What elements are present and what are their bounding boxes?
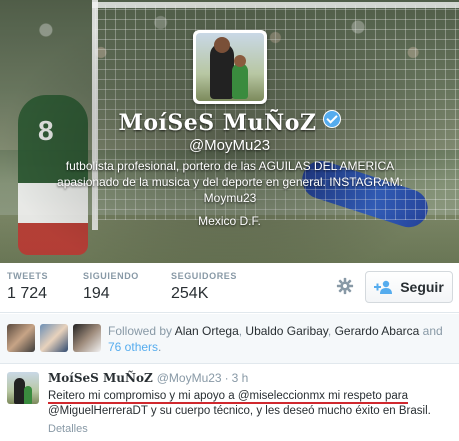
- stat-tweets[interactable]: TWEETS 1 724: [7, 271, 48, 303]
- avatar-person-adult-head: [214, 37, 230, 53]
- stat-following-label: SIGUIENDO: [83, 271, 139, 281]
- profile-display-name-text: MoíSeS MuÑoZ: [118, 110, 317, 136]
- stat-following[interactable]: SIGUIENDO 194: [83, 271, 139, 303]
- follower-link[interactable]: Alan Ortega: [175, 324, 239, 338]
- follower-link[interactable]: Gerardo Abarca: [335, 324, 420, 338]
- tweet-item[interactable]: MoíSeS MuÑoZ @MoyMu23 · 3 h Reitero mi comp…: [0, 364, 459, 441]
- avatar-person-child-head: [234, 55, 246, 67]
- tweet-timestamp[interactable]: 3 h: [232, 371, 249, 385]
- tweet-text-segment: mi respeto para: [324, 390, 409, 404]
- tweet-separator-dot: ·: [224, 371, 229, 385]
- stat-following-value: 194: [83, 285, 110, 302]
- stat-followers-value: 254K: [171, 285, 209, 302]
- profile-avatar[interactable]: [193, 30, 267, 104]
- tweet-text-segment: Reitero mi compromiso y mi apoyo a: [48, 390, 238, 404]
- tweet-header: MoíSeS MuÑoZ @MoyMu23 · 3 h: [48, 371, 248, 385]
- add-user-icon: [374, 280, 393, 294]
- tweet-text: Reitero mi compromiso y mi apoyo a @mise…: [48, 389, 453, 419]
- followed-by-others-link[interactable]: 76 others: [108, 340, 158, 354]
- stat-tweets-label: TWEETS: [7, 271, 49, 281]
- profile-bio-line: futbolista profesional, portero de las A…: [65, 159, 395, 173]
- followed-by-prefix: Followed by: [108, 324, 175, 338]
- tweet-details-link[interactable]: Detalles: [48, 423, 88, 435]
- tweet-avatar-person-child: [24, 386, 32, 404]
- follow-button-label: Seguir: [400, 279, 444, 295]
- followed-by-text: Followed by Alan Ortega, Ubaldo Garibay,…: [108, 323, 448, 355]
- stat-followers-label: SEGUIDORES: [171, 271, 238, 281]
- follower-avatar[interactable]: [73, 324, 101, 352]
- stat-followers[interactable]: SEGUIDORES 254K: [171, 271, 237, 303]
- gear-icon[interactable]: [336, 277, 354, 295]
- profile-avatar-photo: [196, 33, 264, 101]
- tweet-mention-link[interactable]: @MiguelHerreraDT: [48, 405, 148, 417]
- follower-avatar[interactable]: [40, 324, 68, 352]
- tweet-mention-link[interactable]: @miseleccionmx: [237, 390, 325, 404]
- profile-bio-line: apasionado de la musica y del deporte en…: [57, 175, 403, 189]
- stat-tweets-value: 1 724: [7, 285, 48, 302]
- tweet-author-name[interactable]: MoíSeS MuÑoZ: [48, 371, 153, 385]
- tweet-text-segment: y su cuerpo técnico, y les deseó mucho é…: [147, 405, 431, 417]
- followed-by-separator: ,: [327, 324, 335, 338]
- follower-link[interactable]: Ubaldo Garibay: [245, 324, 328, 338]
- profile-location: Mexico D.F.: [198, 214, 261, 228]
- profile-bio: futbolista profesional, portero de las A…: [30, 158, 430, 206]
- profile-bio-line: Moymu23: [203, 191, 257, 205]
- follower-avatar[interactable]: [7, 324, 35, 352]
- verified-badge-icon: [322, 110, 341, 128]
- profile-display-name: MoíSeS MuÑoZ: [0, 110, 459, 136]
- followed-by-suffix: .: [158, 340, 162, 354]
- follow-button[interactable]: Seguir: [365, 271, 453, 303]
- tweet-avatar[interactable]: [7, 372, 39, 404]
- profile-screen-name: @MoyMu23: [188, 137, 271, 154]
- tweet-author-handle[interactable]: @MoyMu23: [157, 371, 222, 385]
- followed-by-module: Followed by Alan Ortega, Ubaldo Garibay,…: [0, 314, 459, 364]
- followed-by-separator: and: [419, 324, 443, 338]
- avatar-person-child: [232, 63, 248, 99]
